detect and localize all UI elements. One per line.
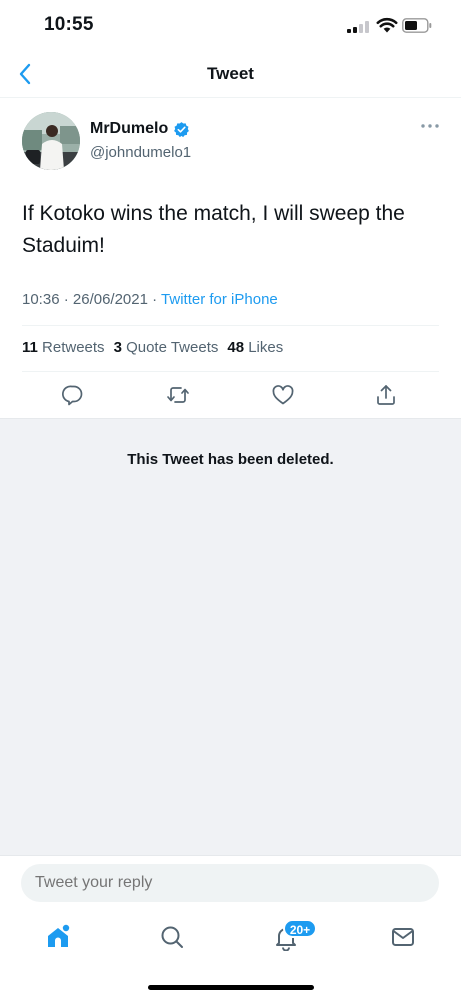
home-indicator [148,985,314,990]
notifications-badge: 20+ [283,919,317,938]
tweet-detail: MrDumelo @johndumelo1 If Kotoko wins the… [0,98,461,418]
quotes-label: Quote Tweets [126,339,219,356]
tweet-time: 10:36 [22,291,60,308]
tab-bar: 20+ [0,909,461,999]
tweet-text: If Kotoko wins the match, I will sweep t… [22,202,405,257]
tweet-meta: 10:36 · 26/06/2021 · Twitter for iPhone [22,291,278,308]
retweet-icon[interactable] [166,383,190,407]
home-icon[interactable] [44,923,72,951]
deleted-notice: This Tweet has been deleted. [127,451,334,468]
deleted-tweet-area: This Tweet has been deleted. [0,418,461,855]
likes-label: Likes [248,339,284,356]
retweets-label: Retweets [42,339,105,356]
author-name-row: MrDumelo [90,120,190,138]
avatar[interactable] [22,112,80,170]
quotes-count: 3 [113,339,122,356]
like-icon[interactable] [271,383,295,407]
tweet-actions [0,383,461,411]
quote-tweets-stat[interactable]: 3 Quote Tweets [114,339,219,356]
reply-input[interactable] [21,864,439,902]
retweets-count: 11 [22,339,38,356]
user-handle[interactable]: @johndumelo1 [90,144,191,161]
status-time: 10:55 [44,14,94,35]
more-options-icon[interactable] [418,120,442,132]
battery-icon [402,18,432,33]
display-name[interactable]: MrDumelo [90,120,168,138]
divider [22,371,439,372]
tweet-stats: 11 Retweets 3 Quote Tweets 48 Likes [22,339,283,356]
share-icon[interactable] [374,383,398,407]
avatar-photo [22,112,80,170]
status-bar: 10:55 [0,0,461,52]
retweets-stat[interactable]: 11 Retweets [22,339,105,356]
verified-badge-icon [174,121,190,137]
messages-icon[interactable] [389,923,417,951]
wifi-icon [376,17,398,33]
tweet-date: 26/06/2021 [72,291,148,308]
meta-separator: · [63,291,69,308]
reply-bar [0,855,461,909]
divider [22,325,439,326]
page-title: Tweet [207,64,254,83]
reply-icon[interactable] [61,383,85,407]
likes-stat[interactable]: 48 Likes [227,339,283,356]
tweet-client-link[interactable]: Twitter for iPhone [161,291,278,308]
likes-count: 48 [227,339,245,356]
cellular-signal-icon [347,21,371,33]
navigation-header: Tweet [0,52,461,98]
meta-separator: · [152,291,158,308]
search-icon[interactable] [158,923,186,951]
